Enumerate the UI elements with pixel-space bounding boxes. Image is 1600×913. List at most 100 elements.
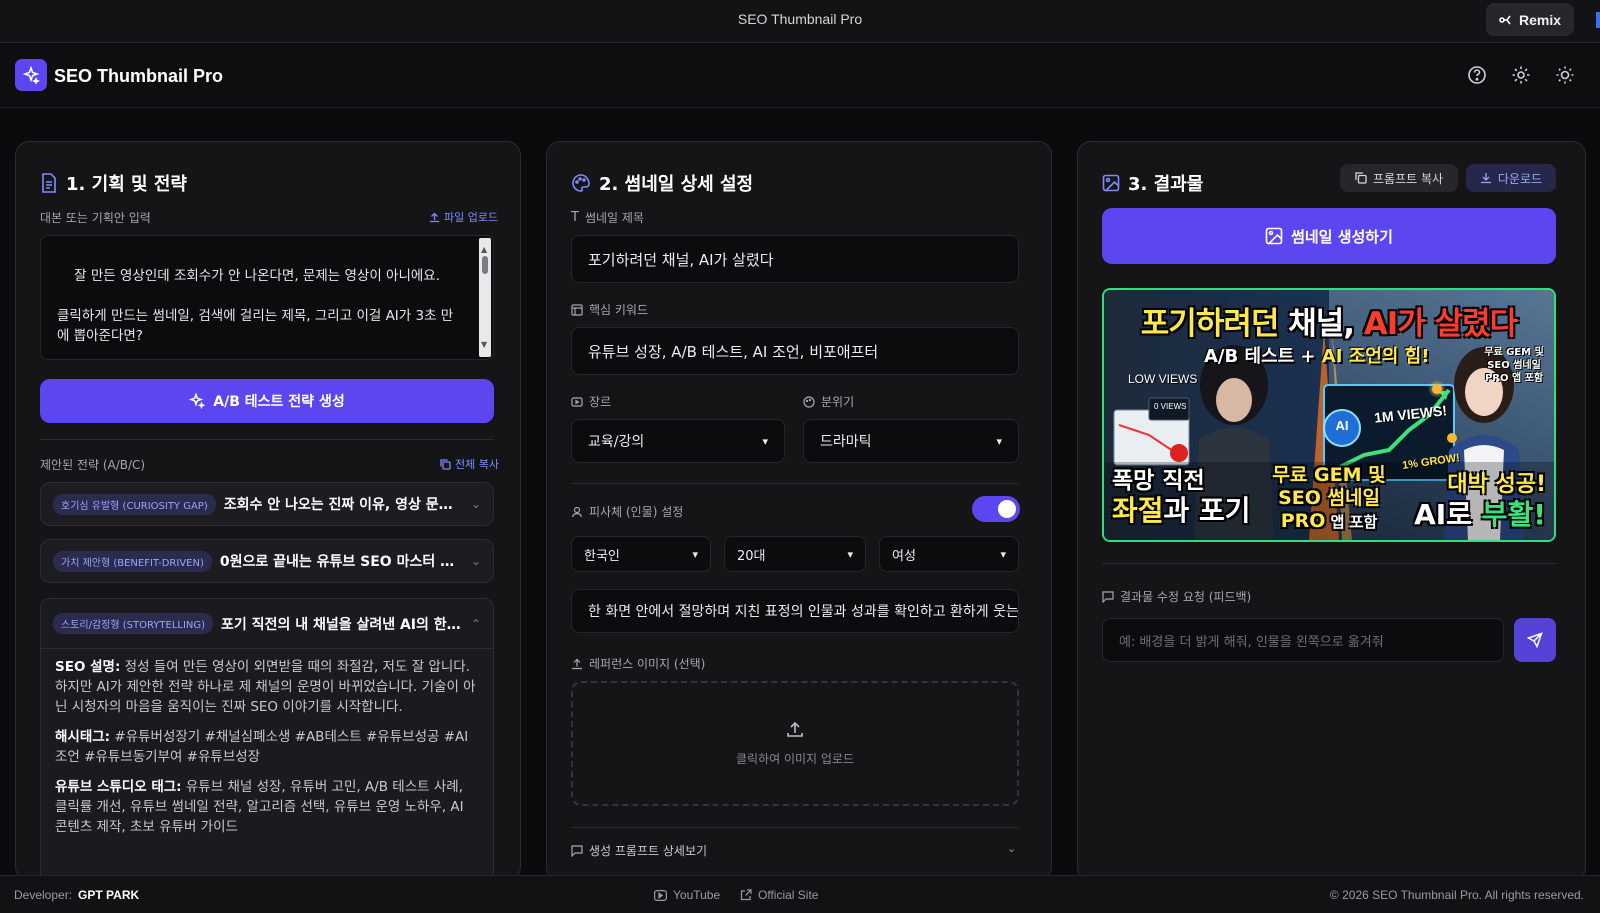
nationality-select[interactable]: 한국인 ▾ [571,536,711,572]
upload-icon [572,658,582,669]
planning-panel: 1. 기획 및 전략 대본 또는 기획안 입력 파일 업로드 잘 만든 영상인데… [15,141,521,881]
chevron-down-icon: ▾ [692,547,698,561]
strategy-title: 0원으로 끝내는 유튜브 SEO 마스터 가이드 [219,554,463,570]
low-views-text: LOW VIEWS [1128,372,1198,386]
hashtag-label: 해시태그: [55,729,111,745]
remix-button[interactable]: Remix [1486,3,1574,36]
strategy-item-b[interactable]: 가치 제안형 (BENEFIT-DRIVEN) 0원으로 끝내는 유튜브 SEO… [40,539,494,583]
thumbnail-mid-caption: 무료 GEM 및 SEO 썸네일 PRO 앱 포함 [1272,464,1386,532]
copy-all-link[interactable]: 전체 복사 [440,456,499,472]
ai-brain-icon: AI [1335,418,1349,433]
panel1-title: 1. 기획 및 전략 [40,170,187,196]
thumbnail-left-caption: 폭망 직전 좌절과 포기 [1112,468,1251,527]
image-icon [1102,174,1120,192]
script-label: 대본 또는 기획안 입력 [40,211,151,225]
panel3-title: 3. 결과물 [1102,170,1203,196]
download-icon [1480,173,1491,184]
divider [571,827,1019,828]
thumbnail-headline: 포기하려던 채널, AI가 살렸다 [1140,306,1518,342]
remix-label: Remix [1518,11,1562,28]
zero-views-text: 0 VIEWS [1154,402,1187,411]
document-icon [42,173,56,193]
prompt-detail-toggle[interactable]: 생성 프롬프트 상세보기 [571,842,707,859]
chevron-down-icon: ▾ [847,547,853,561]
divider [1102,563,1556,564]
copy-icon [1355,172,1367,184]
thumbnail-badge: 무료 GEM 및 SEO 썸네일 PRO 앱 포함 [1484,347,1544,384]
textarea-scrollbar[interactable]: ▲ ▼ [479,238,491,357]
subject-label: 피사체 (인물) 설정 [571,503,683,520]
gender-select[interactable]: 여성 ▾ [879,536,1019,572]
generated-thumbnail: 포기하려던 채널, AI가 살렸다 A/B 테스트 + AI 조언의 힘! 무료… [1102,288,1556,542]
palette-icon [803,395,815,408]
logo-sparkle-icon [15,59,47,91]
sparkle-icon [189,393,206,409]
mood-select[interactable]: 드라마틱 ▾ [803,419,1019,463]
hashtag-text: #유튜버성장기 #채널심폐소생 #AB테스트 #유튜브성공 #AI조언 #유튜브… [55,729,469,765]
mood-label: 분위기 [803,393,854,410]
window-title: SEO Thumbnail Pro [737,11,863,27]
message-icon [1102,590,1114,603]
download-button[interactable]: 다운로드 [1466,164,1556,192]
remix-icon [1499,15,1511,24]
ab-test-button[interactable]: A/B 테스트 전략 생성 [40,379,494,423]
keyword-input[interactable]: 유튜브 성장, A/B 테스트, AI 조언, 비포애프터 [571,327,1019,375]
thumb-title-input[interactable]: 포기하려던 채널, AI가 살렸다 [571,235,1019,283]
send-icon [1527,632,1543,648]
strategy-title: 조회수 안 나오는 진짜 이유, 영상 문제가 아닙니다 [223,497,463,513]
strategy-item-c-expanded: 스토리/감정형 (STORYTELLING) 포기 직전의 내 채널을 살려낸 … [40,598,494,880]
upload-icon [787,721,803,737]
strategy-badge: 가치 제안형 (BENEFIT-DRIVEN) [53,550,212,572]
send-feedback-button[interactable] [1514,618,1556,662]
gear-icon[interactable] [1510,64,1532,86]
strategy-item-a[interactable]: 호기심 유발형 (CURIOSITY GAP) 조회수 안 나오는 진짜 이유,… [40,482,494,526]
strategy-badge: 스토리/감정형 (STORYTELLING) [53,613,214,634]
chevron-down-icon[interactable]: ⌄ [1007,842,1016,855]
subject-description-input[interactable]: 한 화면 안에서 절망하며 지친 표정의 인물과 성과를 확인하고 환하게 웃는… [571,589,1019,633]
copy-prompt-button[interactable]: 프롬프트 복사 [1340,164,1458,192]
genre-select[interactable]: 교육/강의 ▾ [571,419,785,463]
image-icon [1265,227,1283,245]
developer-credit: Developer: GPT PARK [14,888,140,902]
strategy-title: 포기 직전의 내 채널을 살려낸 AI의 한 마디 [221,616,463,633]
sun-icon[interactable] [1554,64,1576,86]
thumbnail-right-caption: 대박 성공! AI로 부활! [1414,472,1546,531]
settings-panel: 2. 썸네일 상세 설정 T 썸네일 제목 포기하려던 채널, AI가 살렸다 … [546,141,1052,881]
strategy-item-c-header[interactable]: 스토리/감정형 (STORYTELLING) 포기 직전의 내 채널을 살려낸 … [41,599,493,649]
window-titlebar: SEO Thumbnail Pro Remix [0,0,1600,43]
user-icon [571,506,583,517]
strategies-label: 제안된 전략 (A/B/C) [40,458,146,472]
message-icon [571,844,583,857]
file-upload-link[interactable]: 파일 업로드 [429,209,498,225]
reference-dropzone[interactable]: 클릭하여 이미지 업로드 [571,681,1019,806]
result-panel: 3. 결과물 프롬프트 복사 다운로드 썸네일 생성하기 포기하려던 채널, A… [1077,141,1586,881]
window-edge-indicator [1596,12,1600,28]
age-select[interactable]: 20대 ▾ [724,536,866,572]
copy-icon [440,458,451,470]
feedback-input[interactable]: 예: 배경을 더 밝게 해줘, 인물을 왼쪽으로 옮겨줘 [1102,618,1504,662]
footer: Developer: GPT PARK YouTube Official Site… [0,875,1600,913]
chevron-up-icon: ⌃ [470,616,481,631]
divider [571,483,1019,484]
chevron-down-icon: ⌄ [470,554,481,568]
feedback-label: 결과물 수정 요청 (피드백) [1102,588,1251,605]
external-link-icon [740,889,752,901]
generate-thumbnail-button[interactable]: 썸네일 생성하기 [1102,208,1556,264]
help-icon[interactable] [1466,64,1488,86]
text-type-icon: T [571,210,579,225]
subject-toggle[interactable] [972,496,1020,522]
reference-label: 레퍼런스 이미지 (선택) [571,655,705,672]
chevron-down-icon: ▾ [1000,547,1006,561]
script-textarea[interactable]: 잘 만든 영상인데 조회수가 안 나온다면, 문제는 영상이 아니에요. 클릭하… [40,235,494,360]
youtube-icon [654,889,667,901]
strategy-badge: 호기심 유발형 (CURIOSITY GAP) [53,493,216,515]
official-site-link[interactable]: Official Site [740,888,818,902]
upload-icon [430,212,439,222]
youtube-link[interactable]: YouTube [654,888,720,902]
copyright-text: © 2026 SEO Thumbnail Pro. All rights res… [1329,888,1584,902]
palette-icon [572,174,590,192]
keyword-label: 핵심 키워드 [571,301,648,318]
strategy-detail: SEO 설명: 정성 들여 만든 영상이 외면받을 때의 좌절감, 저도 잘 압… [41,649,493,855]
app-logo-text: SEO Thumbnail Pro [54,66,224,86]
genre-label: 장르 [571,393,611,410]
